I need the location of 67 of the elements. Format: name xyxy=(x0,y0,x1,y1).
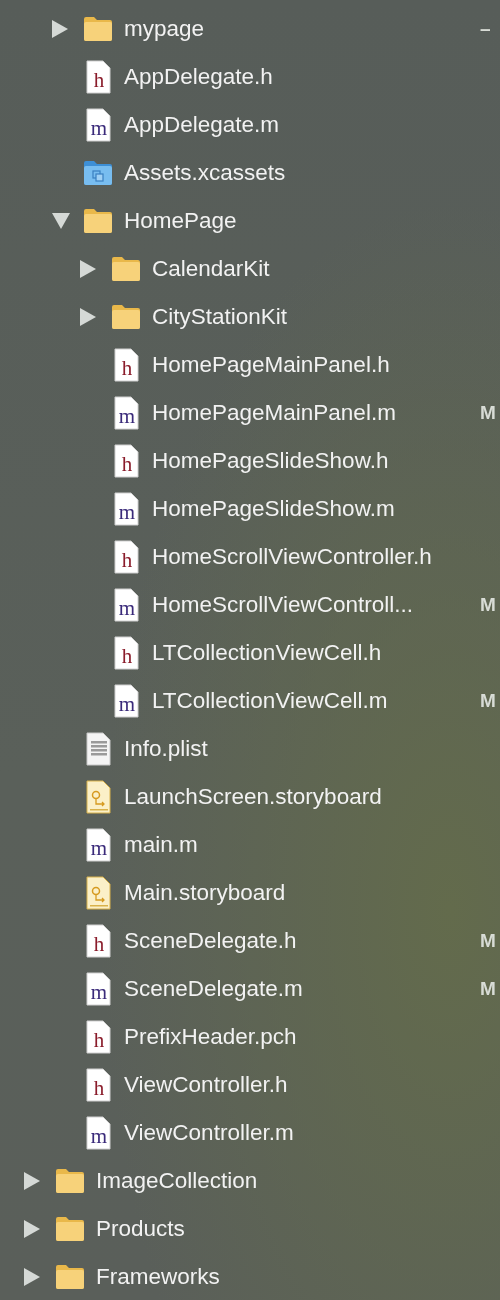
source-file-icon: m xyxy=(111,396,141,430)
file-name[interactable]: Assets.xcassets xyxy=(124,160,286,186)
header-file-icon: h xyxy=(83,1068,113,1102)
folder-name[interactable]: CityStationKit xyxy=(152,304,288,330)
header-file-icon: h xyxy=(111,636,141,670)
source-file-icon: m xyxy=(83,108,113,142)
file-name[interactable]: SceneDelegate.h xyxy=(124,928,297,954)
source-file-icon: m xyxy=(83,972,113,1006)
source-file-icon: m xyxy=(111,492,141,526)
folder-icon xyxy=(55,1216,85,1242)
file-name[interactable]: LTCollectionViewCell.m xyxy=(152,688,388,714)
collapse-triangle-icon[interactable] xyxy=(52,213,70,229)
expand-triangle-icon[interactable] xyxy=(80,308,96,326)
header-file-icon: h xyxy=(111,348,141,382)
file-name[interactable]: ViewController.m xyxy=(124,1120,294,1146)
status-indicator: M xyxy=(480,594,496,616)
file-name[interactable]: AppDelegate.m xyxy=(124,112,280,138)
header-file-icon: h xyxy=(83,60,113,94)
folder-icon xyxy=(111,304,141,330)
asset-catalog-icon xyxy=(83,160,113,186)
file-name[interactable]: HomePageSlideShow.h xyxy=(152,448,389,474)
source-file-icon: m xyxy=(111,588,141,622)
folder-name[interactable]: Frameworks xyxy=(96,1264,220,1290)
expand-triangle-icon[interactable] xyxy=(24,1268,40,1286)
folder-name[interactable]: ImageCollection xyxy=(96,1168,258,1194)
file-name[interactable]: SceneDelegate.m xyxy=(124,976,303,1002)
storyboard-file-icon xyxy=(83,780,113,814)
folder-icon xyxy=(55,1168,85,1194)
expand-triangle-icon[interactable] xyxy=(80,260,96,278)
folder-name[interactable]: CalendarKit xyxy=(152,256,270,282)
status-indicator: M xyxy=(480,402,496,424)
status-indicator: M xyxy=(480,930,496,952)
file-name[interactable]: HomeScrollViewControll... xyxy=(152,592,413,618)
header-file-icon: h xyxy=(111,540,141,574)
file-name[interactable]: LTCollectionViewCell.h xyxy=(152,640,382,666)
file-name[interactable]: Main.storyboard xyxy=(124,880,286,906)
status-indicator: M xyxy=(480,978,496,1000)
document-icon xyxy=(83,732,113,766)
folder-name[interactable]: mypage xyxy=(124,16,205,42)
folder-icon xyxy=(111,256,141,282)
storyboard-file-icon xyxy=(83,876,113,910)
expand-triangle-icon[interactable] xyxy=(24,1220,40,1238)
folder-icon xyxy=(83,208,113,234)
file-name[interactable]: HomePageMainPanel.h xyxy=(152,352,390,378)
status-indicator: – xyxy=(480,18,491,40)
folder-icon xyxy=(55,1264,85,1290)
file-name[interactable]: HomeScrollViewController.h xyxy=(152,544,432,570)
file-name[interactable]: PrefixHeader.pch xyxy=(124,1024,297,1050)
header-file-icon: h xyxy=(111,444,141,478)
header-file-icon: h xyxy=(83,1020,113,1054)
file-name[interactable]: main.m xyxy=(124,832,198,858)
file-name[interactable]: HomePageMainPanel.m xyxy=(152,400,396,426)
header-file-icon: h xyxy=(83,924,113,958)
folder-icon xyxy=(83,16,113,42)
file-name[interactable]: ViewController.h xyxy=(124,1072,288,1098)
source-file-icon: m xyxy=(83,1116,113,1150)
folder-name[interactable]: Products xyxy=(96,1216,185,1242)
file-name[interactable]: AppDelegate.h xyxy=(124,64,273,90)
source-file-icon: m xyxy=(111,684,141,718)
folder-name[interactable]: HomePage xyxy=(124,208,237,234)
source-file-icon: m xyxy=(83,828,113,862)
expand-triangle-icon[interactable] xyxy=(24,1172,40,1190)
file-name[interactable]: HomePageSlideShow.m xyxy=(152,496,395,522)
status-indicator: M xyxy=(480,690,496,712)
file-name[interactable]: LaunchScreen.storyboard xyxy=(124,784,382,810)
expand-triangle-icon[interactable] xyxy=(52,20,68,38)
file-name[interactable]: Info.plist xyxy=(124,736,208,762)
